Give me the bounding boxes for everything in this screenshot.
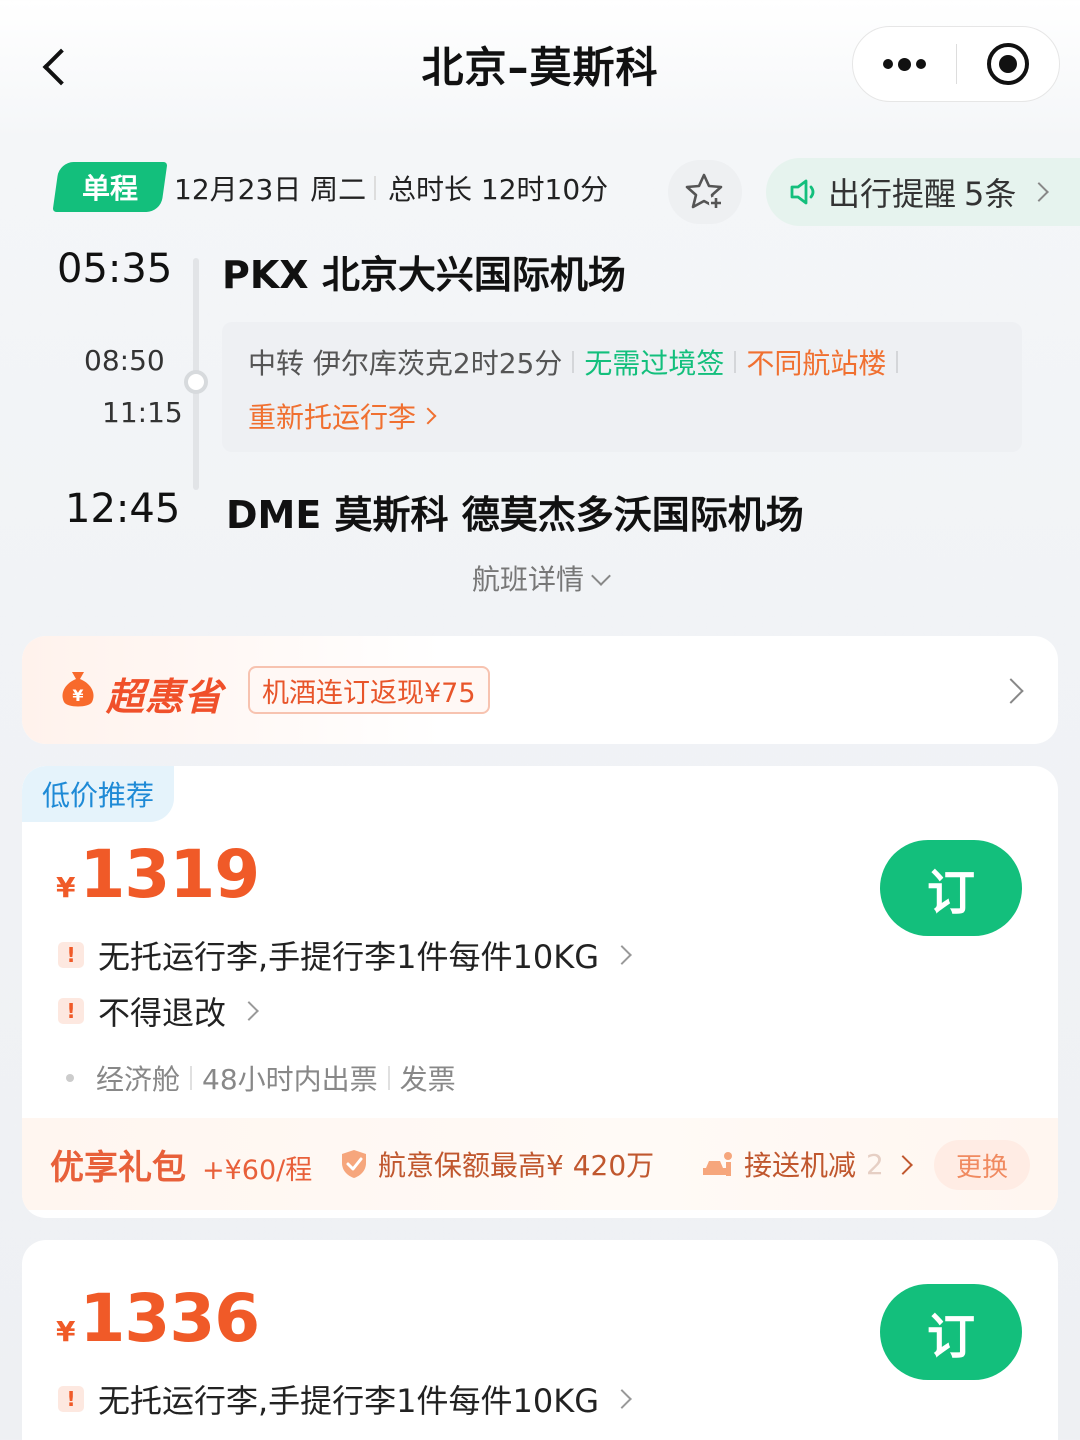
promo-tag: 机酒连订返现¥75	[248, 666, 490, 714]
car-seat-icon	[703, 1152, 732, 1176]
transfer-arrive-time: 08:50	[84, 344, 165, 377]
warning-icon: !	[58, 998, 84, 1024]
fare-price: ¥ 1336	[56, 1280, 260, 1357]
recheck-baggage-link[interactable]: 重新托运行李	[248, 396, 437, 436]
more-button[interactable]	[853, 26, 956, 102]
gift-insurance: 航意保额最高¥ 420万	[340, 1144, 654, 1184]
fare-meta: 经济舱 48小时内出票 发票	[66, 1058, 456, 1098]
fare-card: ¥ 1336 订 ! 无托运行李,手提行李1件每件10KG	[22, 1240, 1058, 1440]
swap-gift-button[interactable]: 更换	[934, 1140, 1030, 1190]
warning-icon: !	[58, 1386, 84, 1412]
currency-symbol: ¥	[56, 1315, 76, 1348]
cabin-class: 经济舱	[96, 1063, 181, 1096]
fare-price: ¥ 1319	[56, 836, 260, 913]
price-value: 1319	[79, 836, 260, 913]
shield-icon	[342, 1150, 366, 1178]
book-button[interactable]: 订	[880, 840, 1022, 936]
arrive-time: 12:45	[65, 486, 181, 532]
transfer-depart-time: 11:15	[102, 396, 183, 429]
flight-detail-link[interactable]: 航班详情	[0, 558, 1080, 598]
recheck-baggage-label: 重新托运行李	[248, 401, 417, 434]
depart-time: 05:35	[57, 246, 173, 292]
speaker-icon	[790, 179, 815, 205]
chevron-down-icon	[591, 566, 611, 586]
more-dots-icon	[882, 57, 926, 71]
bullet-dot	[66, 1074, 74, 1082]
gift-title: 优享礼包	[50, 1148, 186, 1188]
promo-banner[interactable]: ¥ 超惠省 机酒连订返现¥75	[22, 636, 1058, 744]
chevron-right-icon	[1029, 182, 1050, 202]
divider	[374, 176, 376, 200]
star-add-icon	[685, 173, 723, 210]
gift-transfer-text: 接送机减	[744, 1149, 857, 1182]
reminder-label: 出行提醒	[828, 175, 957, 213]
ticketing-time: 48小时内出票	[202, 1063, 378, 1096]
chevron-right-icon	[893, 1155, 913, 1175]
gift-insurance-text: 航意保额最高¥ 420万	[378, 1149, 655, 1182]
svg-text:¥: ¥	[72, 686, 83, 705]
gift-transfer: 接送机减 2	[700, 1144, 884, 1184]
baggage-rule[interactable]: ! 无托运行李,手提行李1件每件10KG	[58, 1376, 632, 1422]
trip-duration: 总时长 12时10分	[388, 173, 609, 206]
baggage-rule[interactable]: ! 无托运行李,手提行李1件每件10KG	[58, 932, 632, 978]
currency-symbol: ¥	[56, 871, 76, 904]
transfer-info-line: 中转 伊尔库茨克2时25分 无需过境签 不同航站楼	[248, 342, 908, 382]
transfer-info: 中转 伊尔库茨克2时25分	[248, 347, 563, 380]
travel-reminder-button[interactable]: 出行提醒 5条	[766, 158, 1080, 226]
trip-type-badge: 单程	[52, 162, 168, 212]
chevron-right-icon	[612, 945, 632, 965]
close-button[interactable]	[956, 26, 1059, 102]
gift-transfer-amount: 2	[866, 1147, 884, 1181]
depart-airport: PKX 北京大兴国际机场	[222, 253, 626, 297]
different-terminal-badge: 不同航站楼	[746, 347, 887, 380]
price-value: 1336	[79, 1280, 260, 1357]
chevron-right-icon	[612, 1389, 632, 1409]
flight-detail-label: 航班详情	[471, 563, 584, 596]
no-visa-badge: 无需过境签	[584, 347, 725, 380]
chevron-right-icon	[239, 1001, 259, 1021]
reminder-count: 5条	[964, 175, 1017, 213]
book-button[interactable]: 订	[880, 1284, 1022, 1380]
invoice: 发票	[399, 1063, 456, 1096]
low-price-badge: 低价推荐	[22, 766, 175, 822]
baggage-rule-text: 无托运行李,手提行李1件每件10KG	[98, 1382, 600, 1420]
refund-rule-text: 不得退改	[98, 994, 227, 1032]
trip-date: 12月23日 周二	[174, 173, 367, 206]
promo-brand: 超惠省	[106, 675, 224, 719]
baggage-rule-text: 无托运行李,手提行李1件每件10KG	[98, 938, 600, 976]
mini-program-capsule	[852, 26, 1060, 102]
warning-icon: !	[58, 942, 84, 968]
target-close-icon	[986, 43, 1029, 85]
chevron-right-icon	[419, 407, 437, 425]
gift-package-bar[interactable]: 优享礼包 +¥60/程 航意保额最高¥ 420万 接送机减 2 更换	[22, 1118, 1058, 1210]
refund-rule[interactable]: ! 不得退改	[58, 988, 259, 1034]
fare-card: 低价推荐 ¥ 1319 订 ! 无托运行李,手提行李1件每件10KG ! 不得退…	[22, 766, 1058, 1218]
money-bag-icon: ¥	[58, 668, 98, 714]
chevron-right-icon	[998, 678, 1024, 704]
arrive-airport: DME 莫斯科 德莫杰多沃国际机场	[226, 493, 804, 537]
favorite-button[interactable]	[668, 160, 742, 224]
gift-price: +¥60/程	[202, 1155, 313, 1186]
timeline-transfer-node	[184, 370, 208, 394]
